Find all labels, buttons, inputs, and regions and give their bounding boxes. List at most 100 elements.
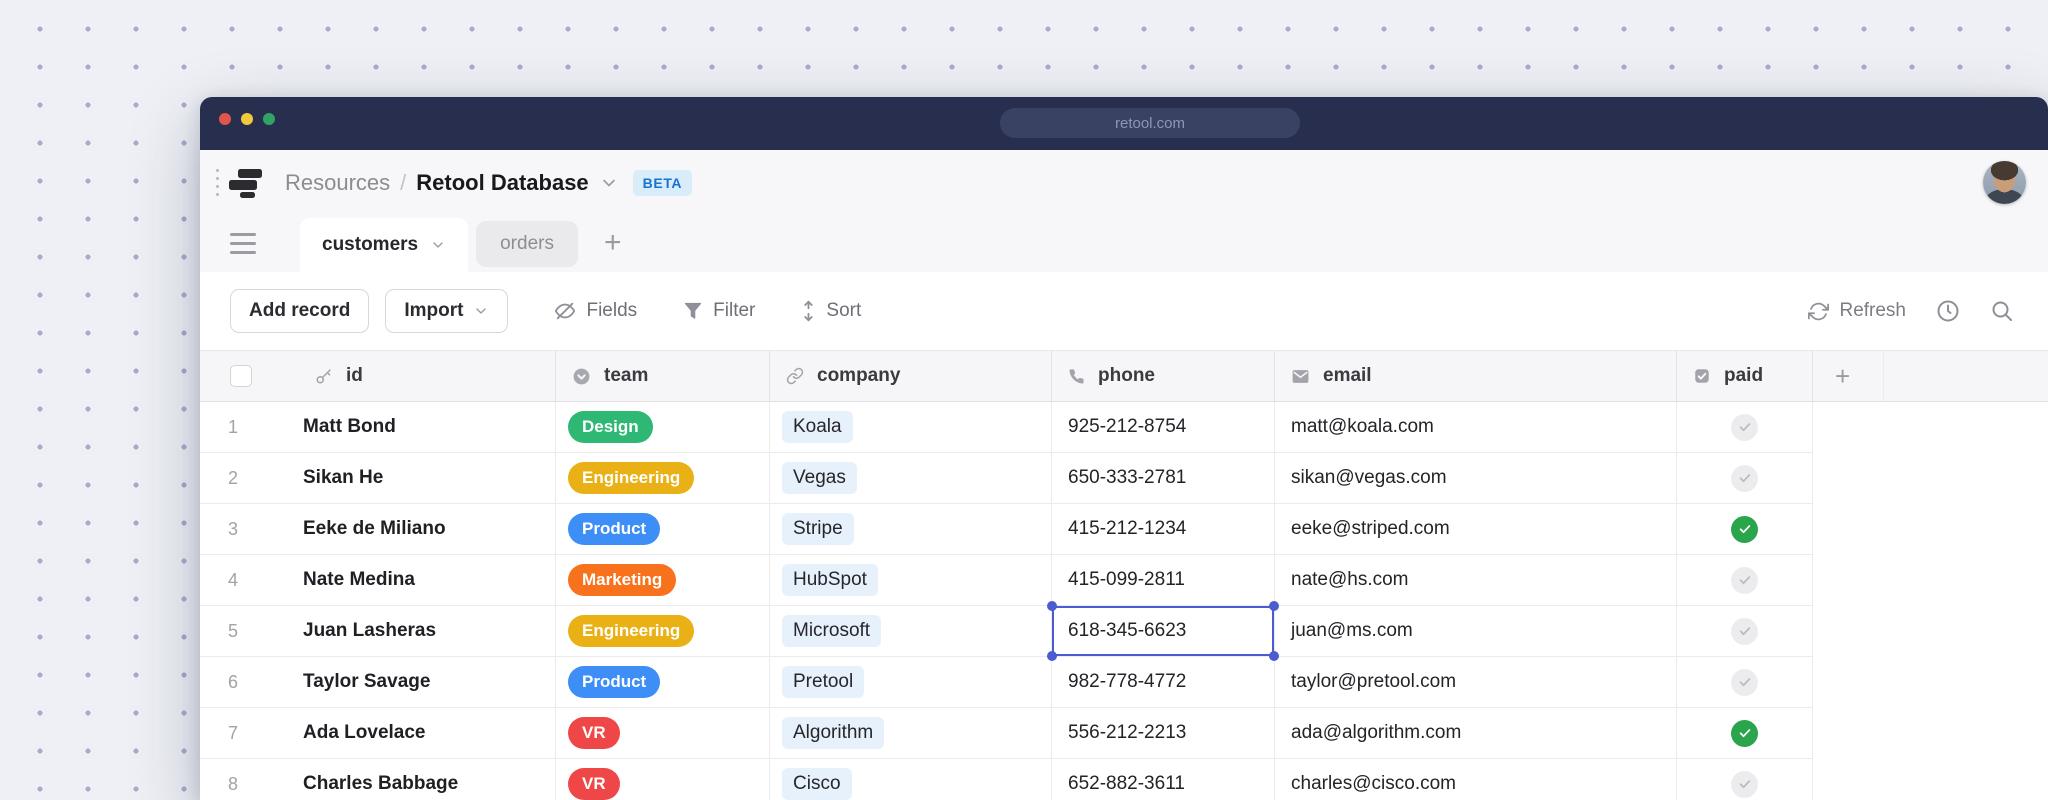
column-header-email[interactable]: email [1275,351,1677,401]
cell-team[interactable]: Product [556,504,770,555]
cell-paid[interactable] [1677,453,1813,504]
cell-phone[interactable]: 618-345-6623 [1047,601,1279,661]
select-all-checkbox[interactable] [230,365,252,387]
avatar[interactable] [1983,161,2026,204]
breadcrumb-root[interactable]: Resources [285,170,390,196]
cell-team[interactable]: Engineering [556,453,770,504]
cell-phone[interactable]: 415-099-2811 [1052,555,1275,606]
cell-company[interactable]: HubSpot [770,555,1052,606]
cell-team[interactable]: Marketing [556,555,770,606]
search-icon[interactable] [1990,299,2014,323]
cell-paid[interactable] [1677,606,1813,657]
menu-icon[interactable] [230,233,256,254]
cell-team[interactable]: Product [556,657,770,708]
cell-email[interactable]: juan@ms.com [1275,606,1677,657]
team-badge: Engineering [568,462,695,494]
cell-id[interactable]: 6 Taylor Savage [200,657,556,708]
clock-icon[interactable] [1936,299,1960,323]
refresh-button[interactable]: Refresh [1808,300,1906,322]
cell-id[interactable]: 8 Charles Babbage [200,759,556,800]
cell-phone[interactable]: 982-778-4772 [1052,657,1275,708]
chevron-down-icon [476,308,487,314]
cell-id[interactable]: 7 Ada Lovelace [200,708,556,759]
zoom-window-icon[interactable] [263,113,275,125]
cell-id[interactable]: 2 Sikan He [200,453,556,504]
column-header-company[interactable]: company [770,351,1052,401]
column-header-team[interactable]: team [556,351,770,401]
cell-phone[interactable]: 650-333-2781 [1052,453,1275,504]
data-table: id team company phone email paid + 1 Mat… [200,350,2048,800]
cell-paid[interactable] [1677,504,1813,555]
url-bar[interactable]: retool.com [1000,108,1300,138]
cell-id[interactable]: 5 Juan Lasheras [200,606,556,657]
cell-company[interactable]: Koala [770,402,1052,453]
close-window-icon[interactable] [219,113,231,125]
tab-customers[interactable]: customers [300,218,469,272]
column-header-id[interactable]: id [200,351,556,401]
cell-phone[interactable]: 925-212-8754 [1052,402,1275,453]
fields-button[interactable]: Fields [554,300,637,322]
cell-phone[interactable]: 415-212-1234 [1052,504,1275,555]
add-record-button[interactable]: Add record [230,289,370,333]
cell-team[interactable]: Engineering [556,606,770,657]
column-header-phone[interactable]: phone [1052,351,1275,401]
selection-handle[interactable] [1269,651,1279,661]
cell-company[interactable]: Microsoft [770,606,1052,657]
selection-handle[interactable] [1269,601,1279,611]
drag-handle-icon[interactable] [216,169,219,196]
cell-phone[interactable]: 652-882-3611 [1052,759,1275,800]
table-row: 7 Ada Lovelace VR Algorithm 556-212-2213… [200,708,2048,759]
cell-paid[interactable] [1677,555,1813,606]
cell-company[interactable]: Pretool [770,657,1052,708]
cell-email[interactable]: nate@hs.com [1275,555,1677,606]
cell-team[interactable]: VR [556,708,770,759]
cell-email[interactable]: eeke@striped.com [1275,504,1677,555]
add-column-button[interactable]: + [1813,351,1884,401]
cell-email-text: nate@hs.com [1291,569,1409,590]
tab-orders[interactable]: orders [476,221,578,267]
cell-empty [1813,708,2048,759]
breadcrumb-current[interactable]: Retool Database [416,170,588,196]
cell-team[interactable]: VR [556,759,770,800]
cell-email[interactable]: ada@algorithm.com [1275,708,1677,759]
add-tab-button[interactable]: + [604,228,622,258]
table-row: 8 Charles Babbage VR Cisco 652-882-3611 … [200,759,2048,800]
cell-team[interactable]: Design [556,402,770,453]
cell-email[interactable]: taylor@pretool.com [1275,657,1677,708]
cell-email[interactable]: matt@koala.com [1275,402,1677,453]
header-filler [1884,351,2048,401]
cell-company[interactable]: Stripe [770,504,1052,555]
column-header-paid[interactable]: paid [1677,351,1813,401]
cell-phone-text: 415-099-2811 [1068,569,1185,590]
cell-email-text: ada@algorithm.com [1291,722,1462,743]
cell-email[interactable]: sikan@vegas.com [1275,453,1677,504]
selection-handle[interactable] [1047,601,1057,611]
sort-button[interactable]: Sort [801,299,861,323]
cell-name-text: Ada Lovelace [303,722,426,743]
chevron-down-icon[interactable] [599,173,619,193]
cell-company[interactable]: Cisco [770,759,1052,800]
team-badge: Product [568,666,661,698]
phone-icon [1069,368,1084,384]
minimize-window-icon[interactable] [241,113,253,125]
paid-check-icon [1731,413,1758,441]
cell-company[interactable]: Algorithm [770,708,1052,759]
cell-empty [1813,606,2048,657]
cell-paid[interactable] [1677,402,1813,453]
cell-paid[interactable] [1677,708,1813,759]
import-button[interactable]: Import [385,289,509,333]
cell-phone[interactable]: 556-212-2213 [1052,708,1275,759]
cell-email[interactable]: charles@cisco.com [1275,759,1677,800]
company-chip: HubSpot [782,564,878,596]
cell-paid[interactable] [1677,759,1813,800]
cell-company[interactable]: Vegas [770,453,1052,504]
url-text: retool.com [1114,114,1186,132]
cell-id[interactable]: 4 Nate Medina [200,555,556,606]
cell-id[interactable]: 3 Eeke de Miliano [200,504,556,555]
retool-app: Resources / Retool Database BETA custome… [200,150,2048,800]
selection-handle[interactable] [1047,651,1057,661]
filter-button[interactable]: Filter [683,300,755,322]
cell-paid[interactable] [1677,657,1813,708]
cell-id[interactable]: 1 Matt Bond [200,402,556,453]
table-row: 2 Sikan He Engineering Vegas 650-333-278… [200,453,2048,504]
